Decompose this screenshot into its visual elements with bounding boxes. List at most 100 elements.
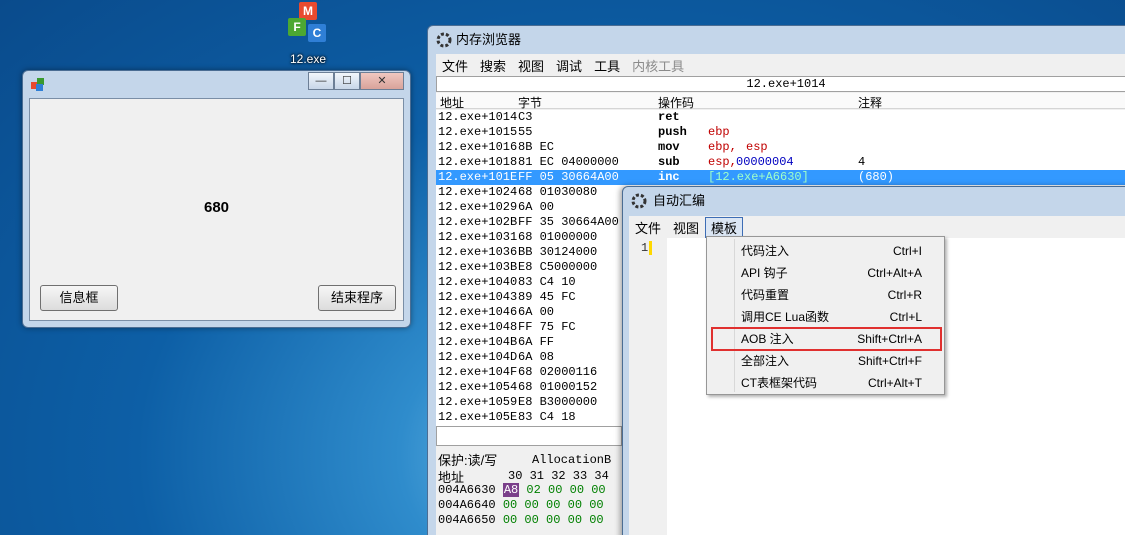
allocation-label: AllocationB bbox=[532, 453, 612, 467]
template-menu-item[interactable]: 代码重置 Ctrl+R bbox=[707, 284, 944, 306]
row-address: 12.exe+103B bbox=[438, 260, 518, 274]
hex-row-address: 004A6650 bbox=[438, 513, 496, 527]
row-address: 12.exe+1040 bbox=[438, 275, 518, 289]
row-bytes: 8B EC bbox=[518, 140, 555, 154]
row-address: 12.exe+1018 bbox=[438, 155, 518, 169]
template-menu-item[interactable]: API 钩子 Ctrl+Alt+A bbox=[707, 262, 944, 284]
row-address: 12.exe+1031 bbox=[438, 230, 518, 244]
row-address: 12.exe+1043 bbox=[438, 290, 518, 304]
disassembly-row[interactable]: 12.exe+1014 C3 ret bbox=[436, 110, 1125, 125]
row-bytes: BB 30124000 bbox=[518, 245, 598, 259]
hex-row[interactable]: 004A6650 00 00 00 00 00 bbox=[438, 513, 604, 527]
row-bytes: 89 45 FC bbox=[518, 290, 576, 304]
menu-item-shortcut: Ctrl+Alt+T bbox=[867, 376, 922, 390]
target-app-window: — ☐ ✕ 680 信息框 结束程序 bbox=[22, 70, 411, 328]
menu-tools[interactable]: 工具 bbox=[588, 56, 626, 75]
aob-injection-highlight-box bbox=[711, 327, 942, 351]
aa-menu-view[interactable]: 视图 bbox=[667, 218, 705, 237]
hex-row[interactable]: 004A6630 A8 02 00 00 00 bbox=[438, 483, 606, 497]
hex-byte[interactable]: 00 bbox=[503, 498, 517, 512]
row-address: 12.exe+1046 bbox=[438, 305, 518, 319]
template-menu-item[interactable]: 全部注入 Shift+Ctrl+F bbox=[707, 350, 944, 372]
menu-item-shortcut: Ctrl+R bbox=[887, 288, 922, 302]
menu-item-label: API 钩子 bbox=[741, 266, 788, 280]
row-bytes: 83 C4 18 bbox=[518, 410, 576, 424]
memory-viewer-titlebar[interactable]: 内存浏览器 bbox=[428, 26, 1125, 54]
row-bytes: E8 C5000000 bbox=[518, 260, 598, 274]
disassembly-row[interactable]: 12.exe+1016 8B EC mov ebp, esp bbox=[436, 140, 1125, 155]
cheat-engine-icon bbox=[436, 32, 452, 48]
row-address: 12.exe+104D bbox=[438, 350, 518, 364]
hex-byte[interactable]: A8 bbox=[502, 483, 520, 497]
cheat-engine-icon bbox=[631, 193, 647, 209]
menu-file[interactable]: 文件 bbox=[436, 56, 474, 75]
desktop-icon-12exe[interactable]: M F C 12.exe bbox=[282, 2, 334, 66]
menu-item-label: 调用CE Lua函数 bbox=[741, 310, 830, 324]
row-address: 12.exe+1036 bbox=[438, 245, 518, 259]
maximize-button[interactable]: ☐ bbox=[334, 72, 360, 90]
row-opcode: ret bbox=[658, 110, 680, 124]
row-address: 12.exe+1024 bbox=[438, 185, 518, 199]
aa-menu-file[interactable]: 文件 bbox=[629, 218, 667, 237]
row-operand-2: esp bbox=[746, 140, 768, 154]
row-bytes: 55 bbox=[518, 125, 533, 139]
row-comment: 4 bbox=[858, 155, 866, 169]
hex-row-address: 004A6640 bbox=[438, 498, 496, 512]
disassembly-row[interactable]: 12.exe+1018 81 EC 04000000 sub esp, 00000004… bbox=[436, 155, 1125, 170]
auto-assemble-titlebar[interactable]: 自动汇编 bbox=[623, 187, 1125, 215]
logo-cube-f: F bbox=[288, 18, 306, 36]
disassembly-row[interactable]: 12.exe+1015 55 push ebp bbox=[436, 125, 1125, 140]
row-opcode: sub bbox=[658, 155, 680, 169]
hex-bytes[interactable]: 00 00 00 00 bbox=[524, 498, 603, 512]
end-program-button[interactable]: 结束程序 bbox=[318, 285, 396, 311]
col-address[interactable]: 地址 bbox=[440, 94, 464, 111]
hex-row[interactable]: 004A6640 00 00 00 00 00 bbox=[438, 498, 604, 512]
hex-bytes[interactable]: 02 00 00 00 bbox=[526, 483, 605, 497]
row-bytes: 68 01030080 bbox=[518, 185, 598, 199]
app-window-icon bbox=[31, 78, 44, 91]
memory-viewer-menubar: 文件 搜索 视图 调试 工具 内核工具 bbox=[436, 54, 1125, 76]
editor-gutter: 1 bbox=[629, 238, 667, 535]
row-bytes: FF 05 30664A00 bbox=[518, 170, 619, 184]
row-bytes: 6A 00 bbox=[518, 305, 555, 319]
menu-item-label: 代码注入 bbox=[741, 244, 790, 258]
row-address: 12.exe+104B bbox=[438, 335, 518, 349]
template-menu-item[interactable]: CT表框架代码 Ctrl+Alt+T bbox=[707, 372, 944, 394]
disassembly-row[interactable]: 12.exe+101E FF 05 30664A00 inc [12.exe+A663… bbox=[436, 170, 1125, 185]
menu-search[interactable]: 搜索 bbox=[474, 56, 512, 75]
minimize-button[interactable]: — bbox=[308, 72, 334, 90]
col-bytes[interactable]: 字节 bbox=[518, 94, 542, 111]
info-box-button[interactable]: 信息框 bbox=[40, 285, 118, 311]
auto-assemble-menubar: 文件 视图 模板 bbox=[629, 216, 1125, 238]
menu-kernel-tools[interactable]: 内核工具 bbox=[626, 56, 690, 75]
row-address: 12.exe+1016 bbox=[438, 140, 518, 154]
window-titlebar[interactable]: — ☐ ✕ bbox=[23, 71, 410, 97]
row-address: 12.exe+1015 bbox=[438, 125, 518, 139]
row-bytes: 81 EC 04000000 bbox=[518, 155, 619, 169]
row-bytes: 6A 08 bbox=[518, 350, 555, 364]
menu-debug[interactable]: 调试 bbox=[550, 56, 588, 75]
row-address: 12.exe+101E bbox=[438, 170, 518, 184]
row-bytes: 68 01000000 bbox=[518, 230, 598, 244]
row-address: 12.exe+1014 bbox=[438, 110, 518, 124]
col-comment[interactable]: 注释 bbox=[858, 94, 882, 111]
menu-item-shortcut: Ctrl+I bbox=[892, 244, 922, 258]
hex-row-address: 004A6630 bbox=[438, 483, 496, 497]
menu-view[interactable]: 视图 bbox=[512, 56, 550, 75]
close-button[interactable]: ✕ bbox=[360, 72, 404, 90]
row-bytes: 68 02000116 bbox=[518, 365, 598, 379]
template-menu-item[interactable]: 代码注入 Ctrl+I bbox=[707, 240, 944, 262]
aa-menu-template[interactable]: 模板 bbox=[705, 216, 744, 238]
hex-byte[interactable]: 00 bbox=[503, 513, 517, 527]
template-menu-item[interactable]: 调用CE Lua函数 Ctrl+L bbox=[707, 306, 944, 328]
row-bytes: 6A 00 bbox=[518, 200, 555, 214]
row-bytes: 6A FF bbox=[518, 335, 555, 349]
memory-viewer-title: 内存浏览器 bbox=[456, 32, 522, 47]
col-opcode[interactable]: 操作码 bbox=[658, 94, 694, 111]
disassembly-hscroll[interactable] bbox=[436, 426, 622, 446]
row-address: 12.exe+102B bbox=[438, 215, 518, 229]
row-bytes: 83 C4 10 bbox=[518, 275, 576, 289]
row-opcode: inc bbox=[658, 170, 680, 184]
hex-bytes[interactable]: 00 00 00 00 bbox=[524, 513, 603, 527]
row-bytes: C3 bbox=[518, 110, 533, 124]
